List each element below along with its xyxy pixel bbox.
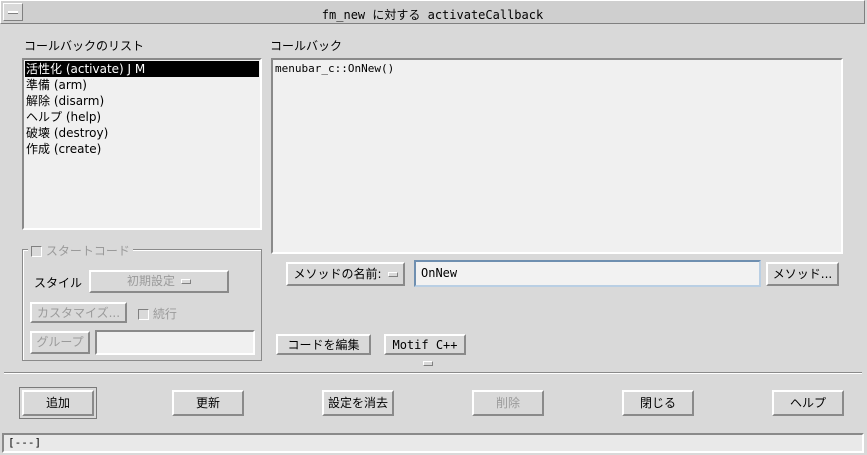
option-arrow-icon (387, 272, 398, 277)
callback-text: menubar_c::OnNew() (275, 62, 395, 75)
start-code-header: スタートコード (28, 242, 133, 259)
clear-settings-button[interactable]: 設定を消去 (322, 390, 394, 416)
method-name-value: OnNew (421, 266, 458, 280)
callback-text-area[interactable]: menubar_c::OnNew() (271, 58, 843, 254)
window-title: fm_new に対する activateCallback (321, 8, 544, 22)
callback-list-item[interactable]: 活性化 (activate) J M (25, 61, 259, 77)
method-name-option-menu[interactable]: メソッドの名前: (286, 262, 405, 286)
add-button[interactable]: 追加 (22, 390, 94, 416)
start-code-label: スタートコード (45, 244, 130, 258)
callback-list[interactable]: 活性化 (activate) J M 準備 (arm) 解除 (disarm) ヘルプ… (22, 58, 262, 230)
status-bar: [---] (2, 433, 864, 453)
callback-list-item[interactable]: 準備 (arm) (25, 77, 259, 93)
start-code-checkbox[interactable] (31, 246, 42, 257)
option-arrow-icon (423, 361, 433, 366)
callback-list-item[interactable]: 解除 (disarm) (25, 93, 259, 109)
title-bar: fm_new に対する activateCallback (0, 0, 865, 24)
callback-list-label: コールバックのリスト (24, 39, 145, 53)
callback-list-item[interactable]: 破壊 (destroy) (25, 125, 259, 141)
method-button[interactable]: メソッド... (766, 262, 839, 286)
style-label: スタイル (34, 276, 83, 290)
language-option-menu[interactable]: Motif C++ (384, 334, 466, 366)
separator (4, 372, 862, 374)
run-toggle[interactable]: 続行 (138, 305, 177, 322)
run-label: 続行 (152, 307, 177, 321)
group-input[interactable] (95, 330, 255, 355)
delete-button[interactable]: 削除 (472, 390, 544, 416)
option-arrow-icon (181, 279, 191, 284)
callback-list-item[interactable]: ヘルプ (help) (25, 109, 259, 125)
group-button[interactable]: グループ (30, 331, 90, 354)
language-value: Motif C++ (392, 338, 458, 352)
callback-label: コールバック (270, 39, 343, 53)
customize-button[interactable]: カスタマイズ... (30, 302, 127, 323)
method-name-input[interactable]: OnNew (414, 260, 761, 287)
callback-list-item[interactable]: 作成 (create) (25, 141, 259, 157)
help-button[interactable]: ヘルプ (772, 390, 844, 416)
update-button[interactable]: 更新 (172, 390, 244, 416)
close-button[interactable]: 閉じる (622, 390, 694, 416)
edit-code-button[interactable]: コードを編集 (276, 334, 371, 355)
status-text: [---] (8, 436, 42, 449)
style-value: 初期設定 (126, 274, 175, 288)
method-name-label: メソッドの名前: (293, 267, 382, 281)
run-checkbox[interactable] (138, 309, 149, 320)
style-option-menu[interactable]: 初期設定 (89, 270, 229, 293)
